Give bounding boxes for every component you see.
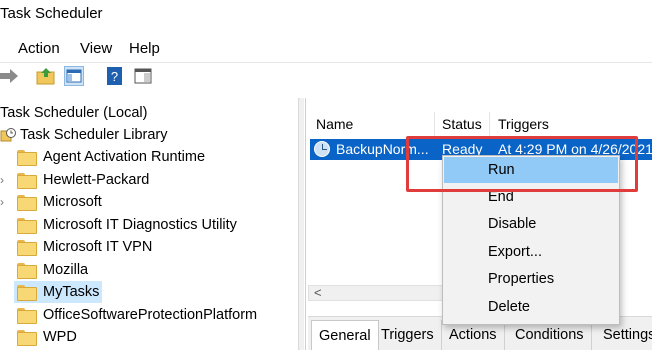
column-separator[interactable] [434, 112, 435, 136]
tree-folder-label: Microsoft IT Diagnostics Utility [43, 217, 237, 233]
tree-folder-label: Hewlett-Packard [43, 172, 150, 188]
horizontal-scrollbar[interactable]: < [308, 285, 448, 301]
folder-icon [17, 150, 37, 166]
window-title: Task Scheduler [0, 5, 103, 22]
folder-icon [17, 330, 37, 346]
tree-library[interactable]: Task Scheduler Library [0, 124, 168, 146]
clock-icon [0, 127, 16, 143]
tree-folder-label: Agent Activation Runtime [43, 149, 206, 165]
tree-folder-item[interactable]: WPD [0, 326, 298, 348]
folder-icon [17, 173, 37, 189]
pane-splitter[interactable] [298, 98, 304, 350]
tree-folder-label: WPD [43, 329, 77, 345]
menu-item-export[interactable]: Export... [444, 239, 618, 265]
tree-folder-item[interactable]: › Hewlett-Packard [0, 169, 298, 191]
folder-icon [17, 240, 37, 256]
tree-folder-item[interactable]: Agent Activation Runtime [0, 146, 298, 168]
tree-root[interactable]: Task Scheduler (Local) [0, 102, 148, 124]
menu-view[interactable]: View [80, 40, 112, 57]
tree-folder-label: MyTasks [43, 284, 100, 300]
tree-folder-label: Mozilla [43, 262, 89, 278]
menu-help[interactable]: Help [129, 40, 160, 57]
folder-icon [17, 263, 37, 279]
tree-folder-label: Microsoft [43, 194, 102, 210]
tree-folder-item[interactable]: Mozilla [0, 259, 298, 281]
tree-library-label: Task Scheduler Library [20, 127, 168, 143]
tree-folder-label: Microsoft IT VPN [43, 239, 153, 255]
folder-icon [17, 308, 37, 324]
help-icon[interactable]: ? [105, 66, 125, 86]
show-hide-console-tree-icon[interactable] [64, 66, 84, 86]
toolbar-separator [0, 62, 652, 63]
menu-action[interactable]: Action [18, 40, 60, 57]
run-callout-box [406, 136, 638, 192]
folder-icon [17, 195, 37, 211]
task-clock-icon [314, 141, 330, 157]
folder-up-icon[interactable] [36, 66, 56, 86]
tree-root-label: Task Scheduler (Local) [0, 105, 148, 121]
column-header-triggers[interactable]: Triggers [498, 116, 549, 132]
tab-general[interactable]: General [311, 320, 379, 350]
tab-triggers[interactable]: Triggers [374, 320, 442, 350]
chevron-right-icon[interactable]: › [0, 173, 4, 187]
folder-icon [17, 285, 37, 301]
tree-folder-item-selected[interactable]: MyTasks [14, 281, 102, 303]
show-hide-action-pane-icon[interactable] [133, 66, 153, 86]
tree-folder-item[interactable]: Microsoft IT VPN [0, 236, 298, 258]
menu-item-disable[interactable]: Disable [444, 211, 618, 237]
tree-folder-label: OfficeSoftwareProtectionPlatform [43, 307, 258, 323]
menu-item-delete[interactable]: Delete [444, 294, 618, 320]
column-header-status[interactable]: Status [442, 116, 482, 132]
forward-arrow-icon[interactable] [0, 66, 20, 86]
column-header-name[interactable]: Name [316, 116, 353, 132]
tree-folder-item[interactable]: › Microsoft [0, 191, 298, 213]
chevron-right-icon[interactable]: › [0, 195, 4, 209]
scroll-left-arrow-icon[interactable]: < [314, 285, 322, 300]
tree-folder-item[interactable]: Microsoft IT Diagnostics Utility [0, 214, 298, 236]
svg-text:?: ? [111, 69, 118, 84]
tree-folder-item[interactable]: OfficeSoftwareProtectionPlatform [0, 304, 298, 326]
console-tree-pane[interactable]: Task Scheduler (Local) Task Scheduler Li… [0, 98, 298, 350]
folder-icon [17, 218, 37, 234]
menu-item-properties[interactable]: Properties [444, 266, 618, 292]
column-separator[interactable] [489, 112, 490, 136]
